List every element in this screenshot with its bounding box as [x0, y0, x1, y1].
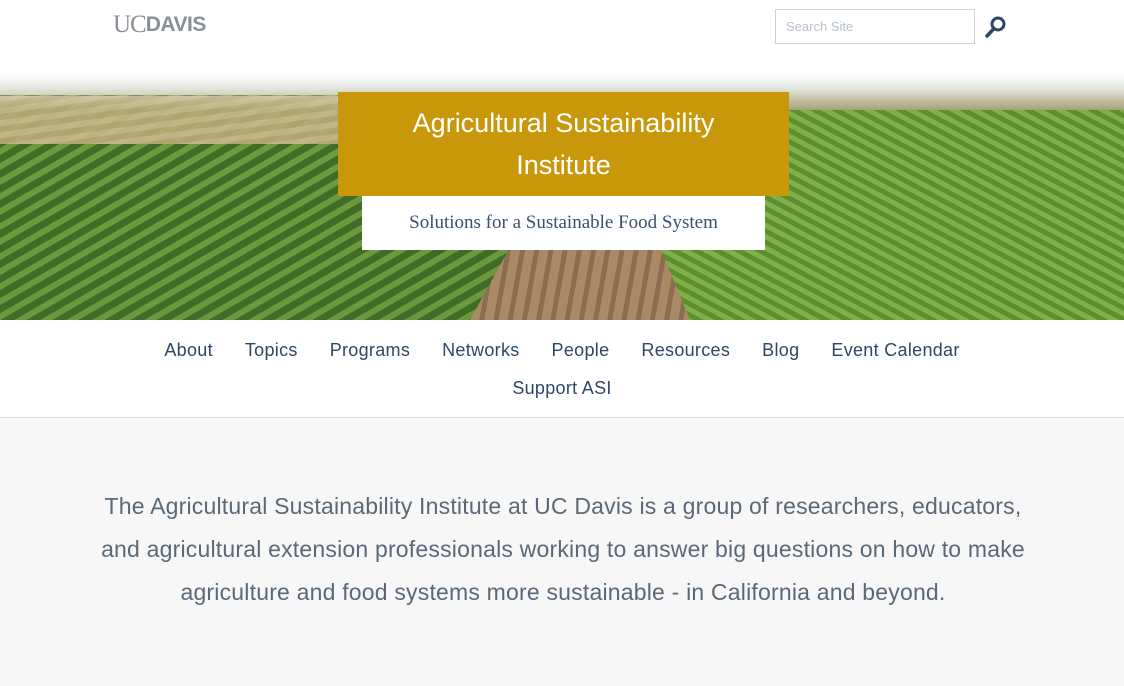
intro-paragraph: The Agricultural Sustainability Institut…	[101, 493, 1025, 605]
nav-people[interactable]: People	[552, 340, 610, 361]
nav-networks[interactable]: Networks	[442, 340, 519, 361]
logo-davis: DAVIS	[145, 13, 207, 36]
main-nav-row-1: About Topics Programs Networks People Resourc…	[0, 340, 1124, 361]
nav-topics[interactable]: Topics	[245, 340, 298, 361]
nav-about[interactable]: About	[164, 340, 213, 361]
search-input[interactable]	[775, 9, 975, 44]
search-icon	[985, 16, 1006, 38]
search-button[interactable]	[984, 14, 1008, 40]
main-nav: About Topics Programs Networks People Resourc…	[0, 320, 1124, 418]
site-title: Agricultural Sustainability Institute	[412, 108, 715, 180]
site-tagline: Solutions for a Sustainable Food System	[409, 212, 718, 233]
nav-resources[interactable]: Resources	[641, 340, 730, 361]
nav-programs[interactable]: Programs	[330, 340, 410, 361]
ucdavis-logo[interactable]: UC DAVIS	[113, 12, 206, 38]
nav-event-calendar[interactable]: Event Calendar	[831, 340, 959, 361]
hero-banner: UC DAVIS Agricultural Sustainability Ins…	[0, 0, 1124, 320]
nav-blog[interactable]: Blog	[762, 340, 799, 361]
site-tagline-box: Solutions for a Sustainable Food System	[362, 196, 765, 250]
site-title-box: Agricultural Sustainability Institute	[338, 92, 789, 196]
main-nav-row-2: Support ASI	[0, 378, 1124, 399]
nav-support-asi[interactable]: Support ASI	[512, 378, 611, 399]
logo-uc: UC	[113, 11, 147, 38]
